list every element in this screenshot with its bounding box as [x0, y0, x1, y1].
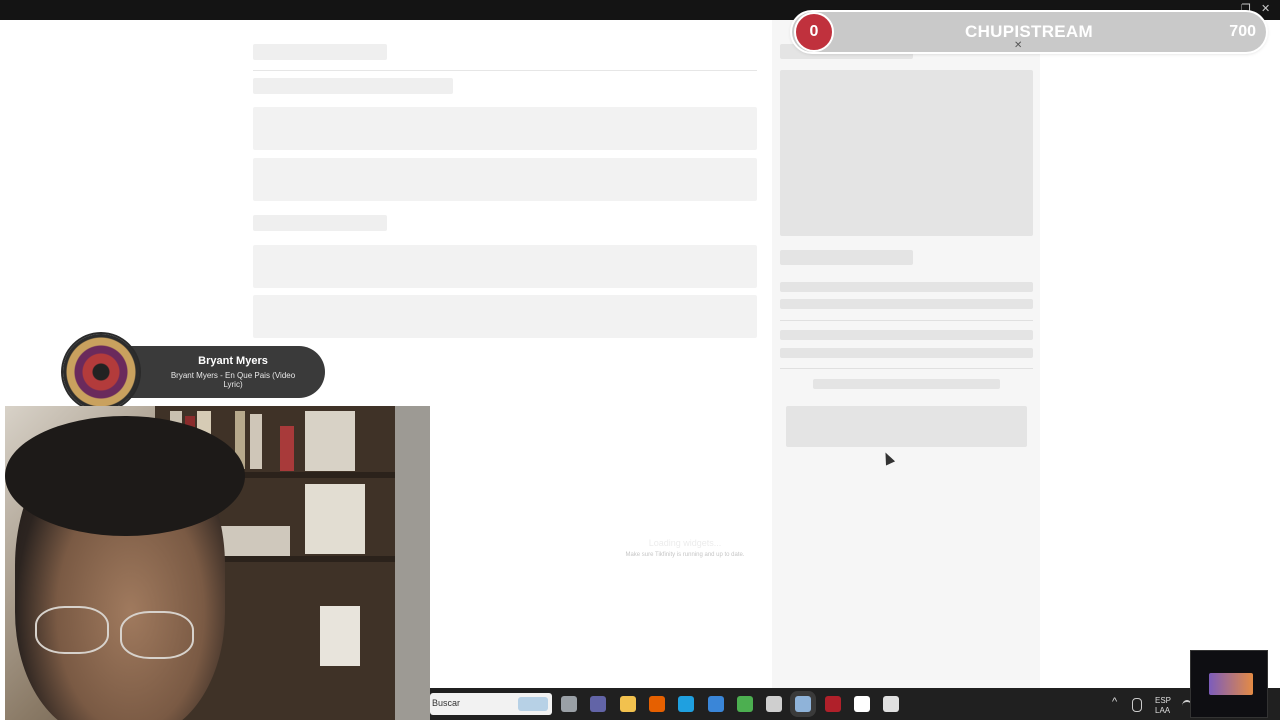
goal-counter-widget: 0 CHUPISTREAM 700 ✕ [792, 12, 1266, 52]
chrome-icon[interactable] [737, 696, 753, 712]
now-playing-widget: Bryant Myers Bryant Myers - En Que Pais … [63, 334, 325, 410]
tiktok-icon[interactable] [854, 696, 870, 712]
skeleton-heading [253, 44, 387, 60]
skeleton-field [253, 245, 757, 288]
preview-image [1209, 673, 1253, 695]
skeleton-button[interactable] [786, 406, 1027, 447]
window-preview-thumbnail[interactable] [1190, 650, 1268, 718]
search-highlight-icon [518, 697, 548, 711]
skeleton-line [780, 348, 1033, 358]
person-silhouette [5, 416, 245, 720]
close-icon[interactable]: ✕ [1261, 2, 1270, 16]
tray-overflow-icon[interactable]: ^ [1112, 697, 1117, 708]
skeleton-field [253, 107, 757, 150]
webcam-feed [5, 406, 430, 720]
counter-title: CHUPISTREAM [965, 22, 1093, 41]
album-art-disc-icon [63, 334, 139, 410]
skeleton-heading [253, 215, 387, 231]
keyboard-layout[interactable]: LAA [1155, 706, 1170, 715]
counter-goal: 700 [1229, 23, 1256, 40]
skeleton-field [253, 295, 757, 338]
language-code[interactable]: ESP [1155, 696, 1171, 705]
steam-helper-icon[interactable] [766, 696, 782, 712]
task-view-icon[interactable] [561, 696, 577, 712]
loading-title: Loading widgets... [648, 538, 722, 548]
microphone-icon[interactable] [1132, 698, 1142, 712]
close-icon[interactable]: ✕ [1014, 40, 1022, 51]
skeleton-line [780, 330, 1033, 340]
search-placeholder: Buscar [432, 698, 461, 708]
skeleton-image [780, 70, 1033, 236]
skeleton-field [253, 158, 757, 201]
divider [253, 70, 757, 71]
divider [780, 320, 1033, 321]
now-playing-artist: Bryant Myers [198, 355, 268, 367]
red-app-icon[interactable] [825, 696, 841, 712]
taskbar: Buscar ^ ESP LAA [430, 688, 1280, 720]
now-playing-track: Bryant Myers - En Que Pais (Video Lyric) [170, 371, 296, 389]
loading-subtitle: Make sure Tikfinity is running and up to… [625, 552, 745, 558]
teams-icon[interactable] [590, 696, 606, 712]
loading-message: Loading widgets... Make sure Tikfinity i… [600, 538, 770, 558]
steam-icon[interactable] [795, 696, 811, 712]
firefox-icon[interactable] [649, 696, 665, 712]
mail-icon[interactable] [708, 696, 724, 712]
skeleton-heading [780, 250, 913, 265]
epic-games-icon[interactable] [883, 696, 899, 712]
taskbar-search[interactable]: Buscar [430, 693, 552, 715]
edge-icon[interactable] [678, 696, 694, 712]
skeleton-line [780, 282, 1033, 292]
divider [780, 368, 1033, 369]
skeleton-subheading [253, 78, 453, 94]
file-explorer-icon[interactable] [620, 696, 636, 712]
skeleton-line [813, 379, 1000, 389]
skeleton-line [780, 299, 1033, 309]
